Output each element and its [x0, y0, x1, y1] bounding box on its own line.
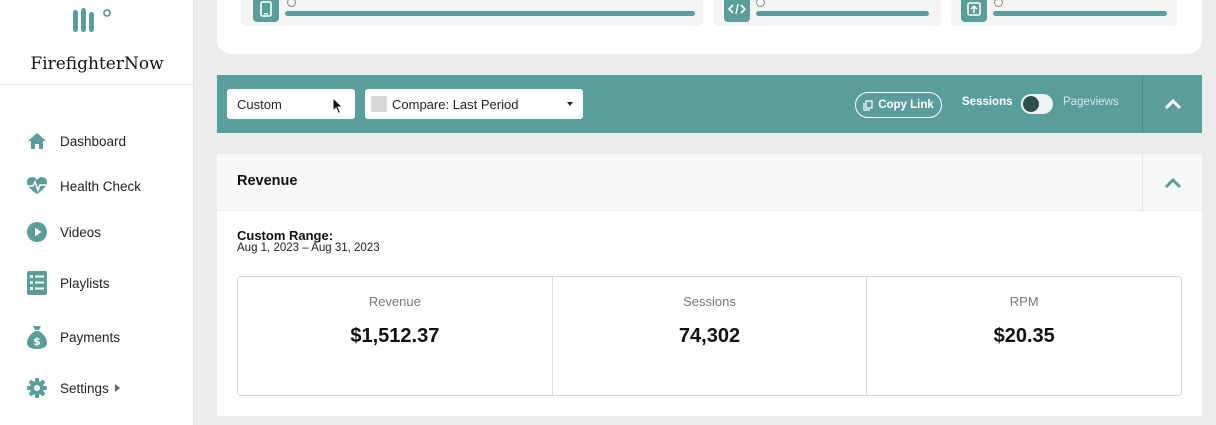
- toggle-label-pageviews: Pageviews: [1063, 96, 1119, 108]
- code-icon: [724, 0, 750, 22]
- top-stats-card: [217, 0, 1202, 54]
- copy-link-label: Copy Link: [878, 99, 934, 111]
- compare-value: Compare: Last Period: [392, 96, 519, 112]
- sidebar-item-settings[interactable]: Settings: [26, 375, 186, 401]
- date-range-value: Custom: [237, 97, 282, 112]
- custom-range-dates: Aug 1, 2023 – Aug 31, 2023: [237, 242, 380, 254]
- copy-link-button[interactable]: Copy Link: [855, 92, 942, 118]
- info-icon: [287, 0, 296, 7]
- chevron-up-icon: [1164, 177, 1181, 188]
- mouse-cursor-icon: [332, 97, 344, 115]
- filter-toolbar: Custom Compare: Last Period Copy Link Se…: [217, 75, 1202, 133]
- sidebar-item-videos[interactable]: Videos: [26, 219, 186, 245]
- info-icon: [756, 0, 765, 7]
- money-bag-icon: $: [26, 326, 48, 349]
- sidebar-item-label: Playlists: [60, 275, 110, 291]
- metric-revenue: Revenue $1,512.37: [238, 277, 553, 395]
- caret-right-icon: [114, 384, 120, 392]
- chevron-up-icon: [1164, 98, 1181, 110]
- tablet-icon: [253, 0, 279, 22]
- metrics-box: Revenue $1,512.37 Sessions 74,302 RPM $2…: [237, 276, 1182, 396]
- sidebar-item-label: Payments: [60, 329, 121, 345]
- sidebar-divider: [0, 84, 194, 85]
- sidebar-item-label: Settings: [60, 380, 109, 396]
- info-icon: [994, 0, 1003, 7]
- heartbeat-icon: [26, 175, 48, 197]
- sidebar: FirefighterNow Dashboard Health Check Vi…: [0, 0, 194, 425]
- sessions-pageviews-toggle[interactable]: [1021, 94, 1053, 114]
- sidebar-item-health-check[interactable]: Health Check: [26, 173, 186, 199]
- brand-name: FirefighterNow: [30, 54, 164, 74]
- toggle-knob: [1023, 96, 1039, 112]
- compare-color-swatch: [371, 96, 387, 112]
- metric-rpm: RPM $20.35: [867, 277, 1181, 395]
- revenue-collapse-button[interactable]: [1143, 154, 1202, 211]
- chevron-down-icon: [567, 102, 573, 106]
- metric-value: 74,302: [678, 325, 741, 347]
- home-icon: [26, 130, 48, 152]
- metric-label: Revenue: [368, 294, 421, 309]
- progress-bar: [756, 11, 929, 16]
- metric-sessions: Sessions 74,302: [553, 277, 868, 395]
- svg-text:$: $: [33, 335, 41, 348]
- compare-select[interactable]: Compare: Last Period: [365, 89, 583, 119]
- upload-icon: [961, 0, 987, 22]
- toolbar-collapse-button[interactable]: [1143, 75, 1202, 133]
- progress-bar: [285, 11, 695, 16]
- stat-mini-card: [951, 0, 1177, 26]
- sidebar-item-payments[interactable]: $ Payments: [26, 324, 186, 350]
- progress-bar: [993, 11, 1167, 16]
- metric-value: $1,512.37: [350, 325, 440, 347]
- brand-logo[interactable]: [70, 6, 118, 36]
- metric-label: RPM: [1009, 294, 1039, 309]
- gear-icon: [26, 377, 48, 399]
- stat-mini-card: [714, 0, 941, 26]
- metric-value: $20.35: [993, 325, 1055, 347]
- sidebar-item-label: Dashboard: [60, 133, 127, 149]
- revenue-panel-header: Revenue: [217, 154, 1202, 211]
- checklist-icon: [26, 271, 48, 295]
- toggle-label-sessions: Sessions: [962, 96, 1013, 108]
- sidebar-item-label: Videos: [60, 224, 102, 240]
- revenue-title: Revenue: [237, 173, 298, 189]
- copy-icon: [863, 99, 873, 111]
- play-circle-icon: [26, 221, 48, 243]
- sidebar-item-dashboard[interactable]: Dashboard: [26, 128, 186, 154]
- stat-mini-card: [241, 0, 703, 26]
- revenue-panel: Revenue Custom Range: Aug 1, 2023 – Aug …: [217, 154, 1202, 416]
- sidebar-item-playlists[interactable]: Playlists: [26, 270, 186, 296]
- sidebar-item-label: Health Check: [60, 178, 142, 194]
- custom-range-label: Custom Range:: [237, 228, 334, 243]
- metric-label: Sessions: [683, 294, 736, 309]
